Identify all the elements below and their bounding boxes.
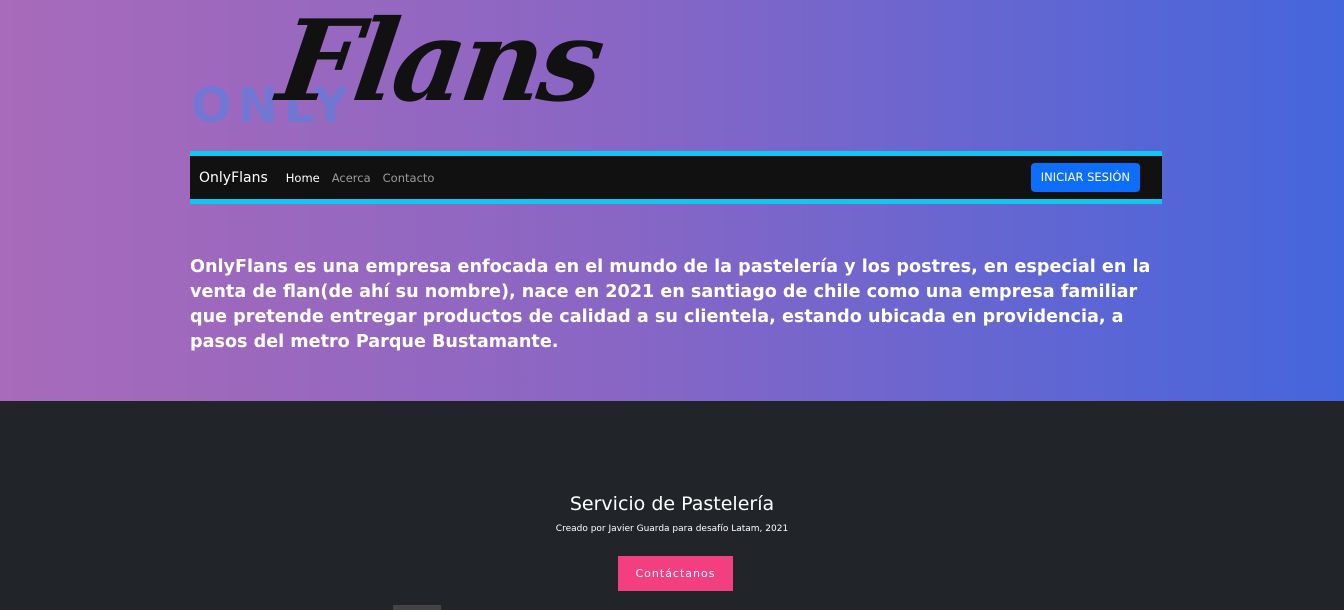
footer-section: Servicio de Pastelería Creado por Javier… <box>0 401 1344 610</box>
contact-button[interactable]: Contáctanos <box>618 556 733 591</box>
footer-title: Servicio de Pastelería <box>569 493 775 515</box>
nav-link-contacto[interactable]: Contacto <box>383 171 435 185</box>
navbar: OnlyFlans Home Acerca Contacto INICIAR S… <box>190 151 1162 204</box>
logo-flans-text: Flans <box>270 0 609 127</box>
intro-paragraph: OnlyFlans es una empresa enfocada en el … <box>190 257 1151 352</box>
page: ONLY Flans OnlyFlans Home Acerca Contact… <box>0 0 1344 610</box>
onlyflans-logo: ONLY Flans <box>188 0 688 148</box>
navbar-brand[interactable]: OnlyFlans <box>199 170 268 186</box>
login-button[interactable]: INICIAR SESIÓN <box>1030 163 1140 192</box>
nav-links: Home Acerca Contacto <box>286 171 435 185</box>
footer-subtitle: Creado por Javier Guarda para desafío La… <box>555 524 789 534</box>
nav-link-acerca[interactable]: Acerca <box>332 171 371 185</box>
hero-section: ONLY Flans OnlyFlans Home Acerca Contact… <box>0 0 1344 401</box>
nav-link-home[interactable]: Home <box>286 171 320 185</box>
scrollbar-thumb[interactable] <box>393 605 441 610</box>
